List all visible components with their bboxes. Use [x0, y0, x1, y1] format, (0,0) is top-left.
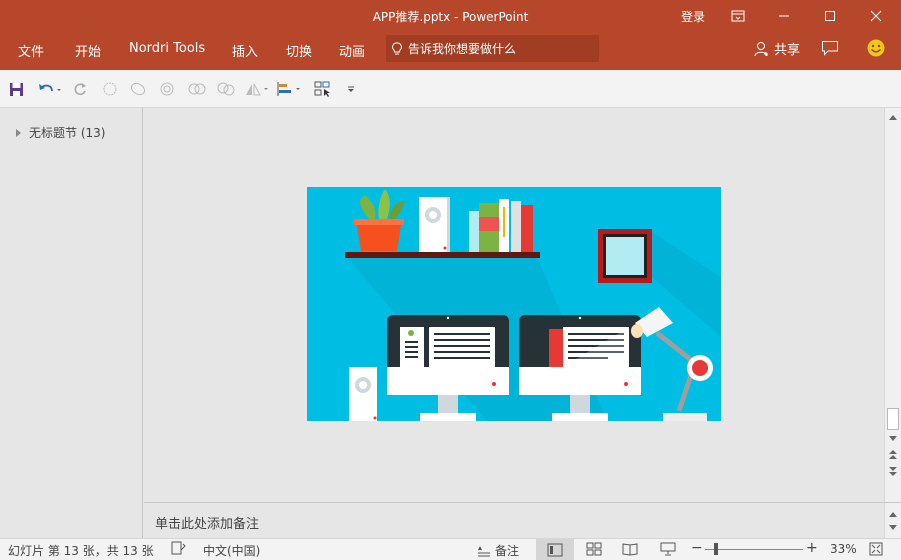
- scroll-up-button[interactable]: [886, 110, 900, 124]
- undo-button[interactable]: [37, 80, 61, 98]
- share-label: 共享: [774, 43, 801, 58]
- login-link[interactable]: 登录: [681, 8, 705, 25]
- notes-icon: [478, 545, 490, 556]
- maximize-icon: [825, 11, 835, 21]
- tab-insert[interactable]: 插入: [232, 41, 258, 60]
- reading-view-icon: [622, 543, 638, 556]
- slide-canvas[interactable]: [307, 187, 721, 421]
- normal-view-icon: [547, 543, 563, 557]
- tab-file[interactable]: 文件: [18, 41, 44, 60]
- scroll-thumb[interactable]: [887, 408, 899, 430]
- double-chevron-up-icon: [889, 450, 897, 459]
- shape-circle-icon: [103, 82, 117, 96]
- tell-me-search[interactable]: 告诉我你想要做什么: [386, 35, 599, 62]
- notes-scroll-up-button[interactable]: [886, 507, 900, 521]
- shape-tool-5-button[interactable]: [217, 80, 235, 98]
- chevron-down-icon: [889, 436, 897, 441]
- share-button[interactable]: 共享: [754, 39, 800, 58]
- slide-count-status: 幻灯片 第 13 张，共 13 张: [8, 544, 154, 558]
- section-header[interactable]: 无标题节 (13): [16, 124, 105, 141]
- ribbon-display-options-button[interactable]: [715, 0, 761, 32]
- slide-thumbnails-panel: 无标题节 (13): [0, 108, 143, 538]
- slide-vertical-scrollbar[interactable]: [884, 108, 901, 502]
- notes-scrollbar[interactable]: [884, 502, 901, 538]
- fit-window-icon: [869, 542, 883, 556]
- slideshow-icon: [660, 542, 676, 556]
- spell-check-button[interactable]: [171, 541, 187, 558]
- save-icon: [10, 82, 23, 96]
- ribbon-display-icon: [731, 10, 745, 22]
- shape-intersect-icon: [217, 82, 235, 96]
- chevron-down-icon: [348, 86, 354, 92]
- title-bar: APP推荐.pptx - PowerPoint 登录: [0, 0, 901, 32]
- slide-sorter-icon: [586, 542, 602, 556]
- scroll-down-button[interactable]: [886, 432, 900, 446]
- shape-ring-icon: [160, 82, 174, 96]
- chevron-up-icon: [889, 512, 897, 517]
- slide-sorter-button[interactable]: [586, 542, 602, 559]
- zoom-slider-track[interactable]: [705, 549, 803, 550]
- previous-slide-button[interactable]: [886, 448, 900, 462]
- tab-home[interactable]: 开始: [75, 41, 101, 60]
- tell-me-text: 告诉我你想要做什么: [408, 42, 517, 56]
- status-bar: 幻灯片 第 13 张，共 13 张 中文(中国) 备注 − + 33%: [0, 538, 901, 560]
- chevron-down-icon: [889, 525, 897, 530]
- shape-tool-2-button[interactable]: [130, 80, 146, 98]
- reading-view-button[interactable]: [622, 542, 638, 559]
- close-icon: [870, 10, 882, 22]
- tab-nordri-tools[interactable]: Nordri Tools: [129, 41, 205, 56]
- flip-button[interactable]: [244, 80, 270, 98]
- redo-icon: [74, 82, 86, 95]
- minimize-button[interactable]: [761, 0, 807, 32]
- notes-scroll-down-button[interactable]: [886, 521, 900, 535]
- shape-tool-3-button[interactable]: [159, 80, 175, 98]
- select-button[interactable]: [314, 80, 332, 98]
- maximize-button[interactable]: [807, 0, 853, 32]
- flip-icon: [246, 83, 268, 96]
- shape-ellipse-icon: [130, 82, 146, 96]
- zoom-level[interactable]: 33%: [830, 542, 857, 556]
- shape-tool-4-button[interactable]: [188, 80, 206, 98]
- quick-access-toolbar: [0, 70, 901, 108]
- zoom-slider-thumb[interactable]: [714, 543, 718, 555]
- redo-button[interactable]: [73, 80, 88, 98]
- comment-icon: [822, 41, 838, 56]
- customize-qat-button[interactable]: [346, 80, 356, 98]
- notes-pane[interactable]: 单击此处添加备注: [144, 502, 884, 538]
- normal-view-button[interactable]: [536, 539, 574, 560]
- zoom-out-button[interactable]: −: [691, 540, 703, 556]
- person-icon: [754, 41, 768, 56]
- align-button[interactable]: [276, 80, 302, 98]
- selection-pane-icon: [314, 81, 330, 97]
- notes-toggle-button[interactable]: 备注: [477, 542, 519, 559]
- feedback-button[interactable]: [867, 39, 885, 60]
- chevron-up-icon: [889, 115, 897, 120]
- shape-union-icon: [188, 83, 206, 95]
- tab-transitions[interactable]: 切换: [286, 41, 312, 60]
- comments-button[interactable]: [821, 40, 839, 59]
- close-button[interactable]: [853, 0, 899, 32]
- language-status[interactable]: 中文(中国): [203, 542, 260, 559]
- undo-icon: [39, 83, 61, 91]
- ribbon-tab-bar: 文件 开始 Nordri Tools 插入 切换 动画 告诉我你想要做什么 共享: [0, 32, 901, 70]
- double-chevron-down-icon: [889, 467, 897, 476]
- section-label: 无标题节 (13): [29, 126, 106, 140]
- minimize-icon: [779, 15, 789, 17]
- notes-toggle-label: 备注: [495, 544, 520, 558]
- align-icon: [277, 82, 300, 96]
- fit-to-window-button[interactable]: [869, 542, 883, 559]
- next-slide-button[interactable]: [886, 464, 900, 478]
- tab-animations[interactable]: 动画: [339, 41, 365, 60]
- notes-placeholder[interactable]: 单击此处添加备注: [155, 513, 259, 532]
- slide-editor[interactable]: [144, 108, 884, 502]
- expand-triangle-icon: [16, 128, 21, 137]
- zoom-in-button[interactable]: +: [806, 540, 818, 556]
- slideshow-button[interactable]: [660, 542, 676, 559]
- smiley-icon: [867, 39, 885, 57]
- lightbulb-icon: [392, 42, 402, 54]
- shape-tool-1-button[interactable]: [102, 80, 118, 98]
- slide-illustration: [307, 187, 721, 421]
- save-button[interactable]: [9, 80, 24, 98]
- spellcheck-icon: [171, 541, 186, 555]
